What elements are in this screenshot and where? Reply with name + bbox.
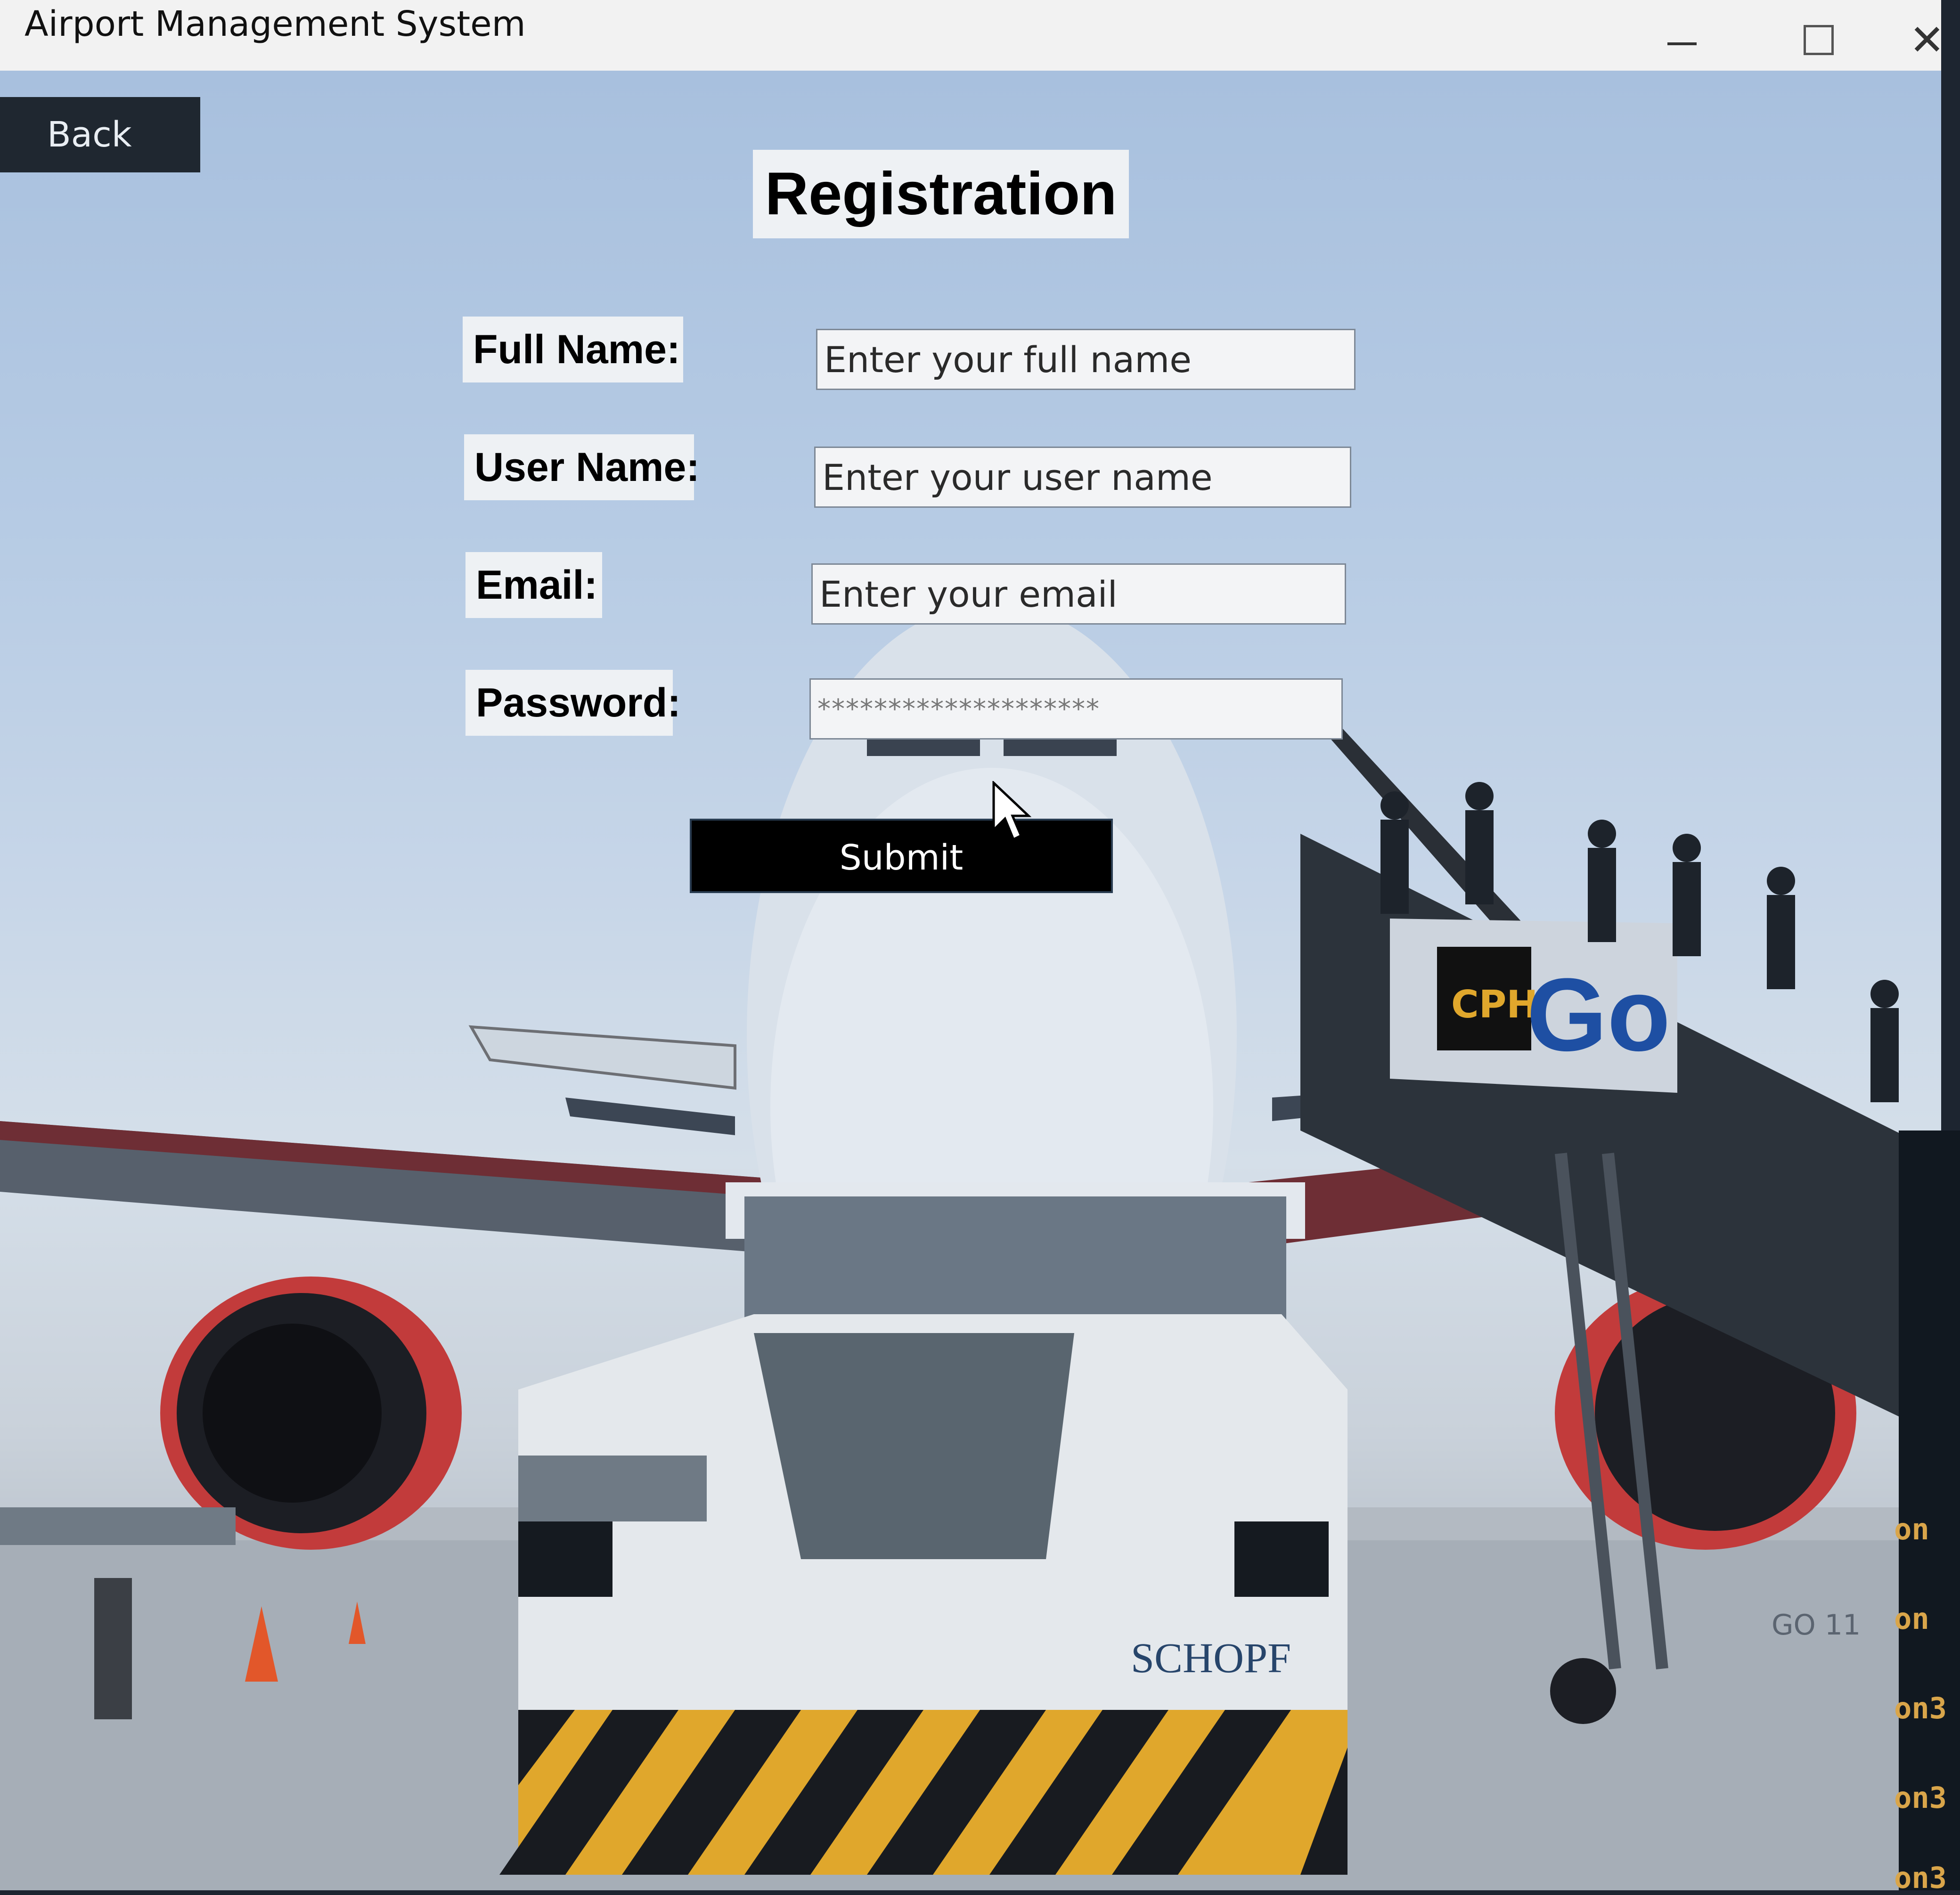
close-icon[interactable]: ✕ — [1913, 19, 1941, 61]
mouse-cursor-icon — [992, 781, 1032, 841]
user-name-label: User Name: — [464, 434, 700, 500]
form-area: CPH Go SCHOPF GO 11 Back Registration Fu… — [0, 71, 1941, 1890]
app-window: Airport Management System ✕ CPH Go SCHOP… — [0, 0, 1941, 1890]
window-title: Airport Management System — [24, 4, 526, 44]
side-text-1: on — [1894, 1512, 1929, 1546]
email-label: Email: — [466, 552, 602, 618]
user-name-input[interactable] — [814, 447, 1351, 508]
minimize-icon[interactable] — [1654, 19, 1710, 61]
full-name-label: Full Name: — [463, 317, 683, 382]
side-text-4: on3 — [1894, 1781, 1947, 1815]
svg-text:SCHOPF: SCHOPF — [1131, 1635, 1291, 1682]
submit-button[interactable]: Submit — [690, 819, 1113, 893]
side-text-5: on3 — [1894, 1861, 1947, 1895]
password-label: Password: — [466, 670, 681, 736]
svg-text:CPH: CPH — [1451, 983, 1538, 1026]
svg-text:GO 11: GO 11 — [1772, 1609, 1861, 1642]
full-name-input[interactable] — [816, 329, 1356, 390]
page-title: Registration — [753, 150, 1129, 238]
password-input[interactable] — [809, 678, 1343, 740]
side-text-3: on3 — [1894, 1691, 1947, 1725]
background-terminal-strip — [1899, 1130, 1960, 1890]
maximize-icon[interactable] — [1790, 19, 1847, 61]
side-text-2: on — [1894, 1602, 1929, 1636]
back-button[interactable]: Back — [0, 97, 200, 172]
title-bar: Airport Management System ✕ — [0, 0, 1941, 71]
email-input[interactable] — [811, 563, 1346, 625]
svg-text:Go: Go — [1527, 957, 1671, 1073]
